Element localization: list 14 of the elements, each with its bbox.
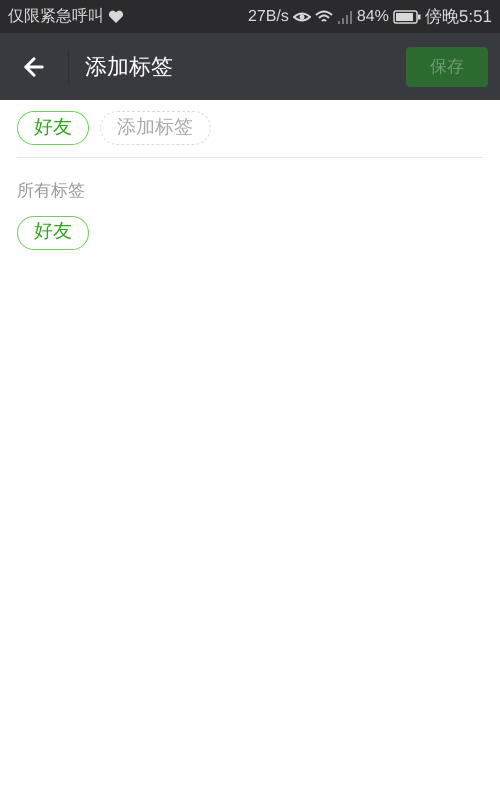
section-heading: 所有标签 <box>17 180 86 202</box>
carrier-text: 仅限紧急呼叫 <box>8 6 104 26</box>
heart-icon <box>108 10 124 24</box>
eye-icon <box>292 10 311 24</box>
tag-chip[interactable]: 好友 <box>17 111 89 145</box>
tag-chip[interactable]: 好友 <box>17 216 89 250</box>
battery-icon <box>392 10 421 24</box>
page-title: 添加标签 <box>85 53 174 81</box>
signal-icon <box>336 8 353 24</box>
wifi-icon <box>314 10 333 24</box>
tag-input-field[interactable]: 添加标签 <box>100 111 211 145</box>
network-speed-text: 27B/s <box>248 6 289 26</box>
clock-text: 傍晚5:51 <box>424 6 492 28</box>
battery-percent-text: 84% <box>356 6 389 26</box>
